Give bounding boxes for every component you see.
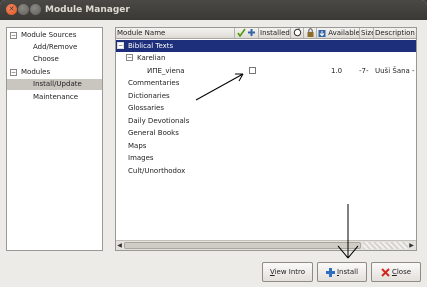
arrow-to-install-icon [337, 204, 359, 259]
module-manager-window: ✕ Module Manager − Module Sources Add/Re… [0, 0, 427, 287]
annotation-arrows [195, 73, 359, 259]
arrow-to-checkbox-icon [195, 73, 244, 101]
